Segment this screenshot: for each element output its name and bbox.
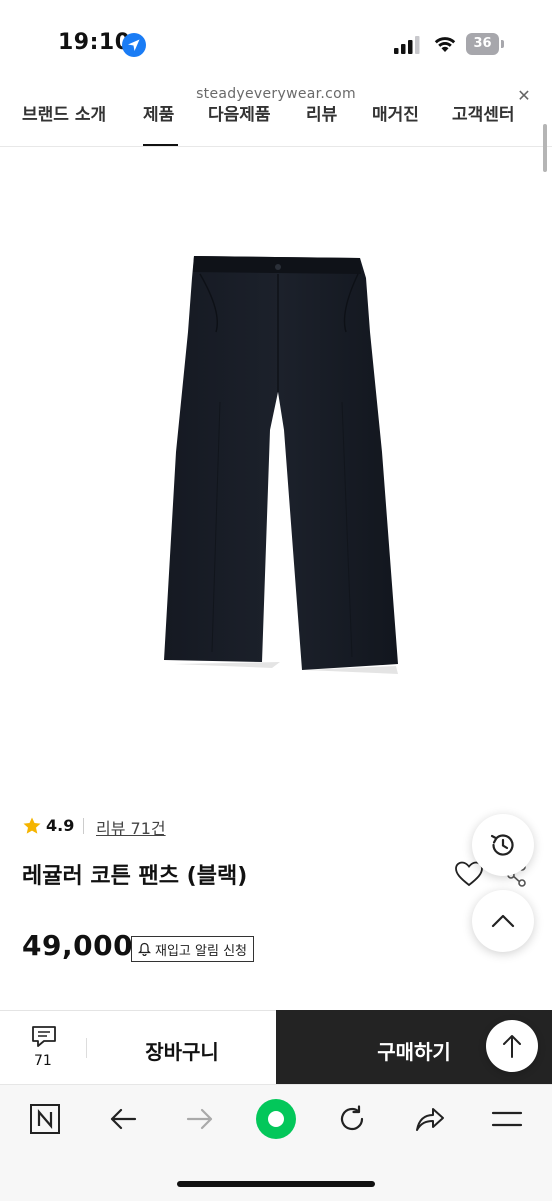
- cellular-signal-icon: [394, 36, 420, 54]
- star-icon: [23, 817, 41, 834]
- category-item[interactable]: 제품: [143, 106, 174, 125]
- share-arrow-icon[interactable]: [410, 1099, 450, 1139]
- forward-arrow-icon[interactable]: [180, 1099, 220, 1139]
- category-item[interactable]: 다음제품: [208, 106, 271, 125]
- category-item[interactable]: 매거진: [372, 106, 419, 125]
- naver-n-icon[interactable]: [25, 1099, 65, 1139]
- recent-history-button[interactable]: [472, 814, 534, 876]
- history-clock-icon: [490, 834, 514, 856]
- category-item[interactable]: 브랜드 소개: [22, 106, 106, 125]
- status-time: 19:10: [58, 30, 131, 55]
- arrow-up-icon: [503, 1035, 521, 1058]
- chevron-up-icon: [491, 914, 515, 928]
- review-link[interactable]: 리뷰 71건: [96, 815, 166, 839]
- bell-icon: [138, 942, 151, 956]
- menu-icon[interactable]: [487, 1099, 527, 1139]
- restock-alert-button[interactable]: 재입고 알림 신청: [131, 936, 254, 962]
- divider: [86, 1038, 87, 1058]
- add-to-cart-button[interactable]: 장바구니: [88, 1036, 276, 1065]
- battery-indicator: 36: [466, 33, 504, 55]
- divider: [83, 818, 84, 834]
- black-pants-image[interactable]: [160, 252, 410, 677]
- category-item[interactable]: 리뷰: [306, 106, 337, 125]
- url-bar[interactable]: steadyeverywear.com: [0, 86, 552, 102]
- comment-icon[interactable]: [30, 1025, 58, 1049]
- close-icon[interactable]: ✕: [514, 86, 534, 106]
- category-nav: 브랜드 소개 제품 다음제품 리뷰 매거진 고객센터: [0, 106, 552, 147]
- home-indicator: [177, 1181, 375, 1187]
- location-arrow-icon: [122, 33, 146, 57]
- battery-level: 36: [473, 36, 492, 51]
- product-price: 49,000: [22, 929, 134, 962]
- comment-count: 71: [34, 1053, 52, 1069]
- wifi-icon: [434, 37, 456, 52]
- rating-value: 4.9: [46, 816, 75, 835]
- restock-label: 재입고 알림 신청: [155, 943, 247, 959]
- category-item[interactable]: 고객센터: [452, 106, 515, 125]
- naver-green-dot-icon[interactable]: [256, 1099, 296, 1139]
- back-arrow-icon[interactable]: [103, 1099, 143, 1139]
- active-tab-underline: [143, 144, 178, 146]
- product-name: 레귤러 코튼 팬츠 (블랙): [22, 864, 248, 889]
- scroll-up-button[interactable]: [472, 890, 534, 952]
- scroll-to-top-button[interactable]: [486, 1020, 538, 1072]
- scrollbar[interactable]: [543, 124, 547, 172]
- refresh-icon[interactable]: [332, 1099, 372, 1139]
